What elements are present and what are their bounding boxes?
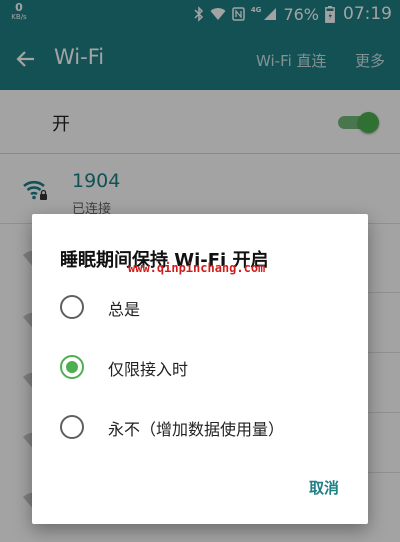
option-label: 永不（增加数据使用量） xyxy=(108,420,285,439)
radio-button[interactable] xyxy=(60,415,84,439)
radio-button-checked[interactable] xyxy=(60,355,84,379)
option-never[interactable]: 永不（增加数据使用量） xyxy=(32,398,368,456)
radio-dot xyxy=(66,361,78,373)
option-always[interactable]: 总是 xyxy=(32,278,368,336)
option-label: 仅限接入时 xyxy=(108,360,189,379)
option-only-when-plugged[interactable]: 仅限接入时 xyxy=(32,338,368,396)
option-label: 总是 xyxy=(108,300,141,319)
radio-button[interactable] xyxy=(60,295,84,319)
sleep-policy-dialog: 睡眠期间保持 Wi-Fi 开启 www.qinpinchang.com 总是 仅… xyxy=(32,214,368,524)
watermark: www.qinpinchang.com xyxy=(128,261,266,275)
cancel-button[interactable]: 取消 xyxy=(294,476,354,500)
